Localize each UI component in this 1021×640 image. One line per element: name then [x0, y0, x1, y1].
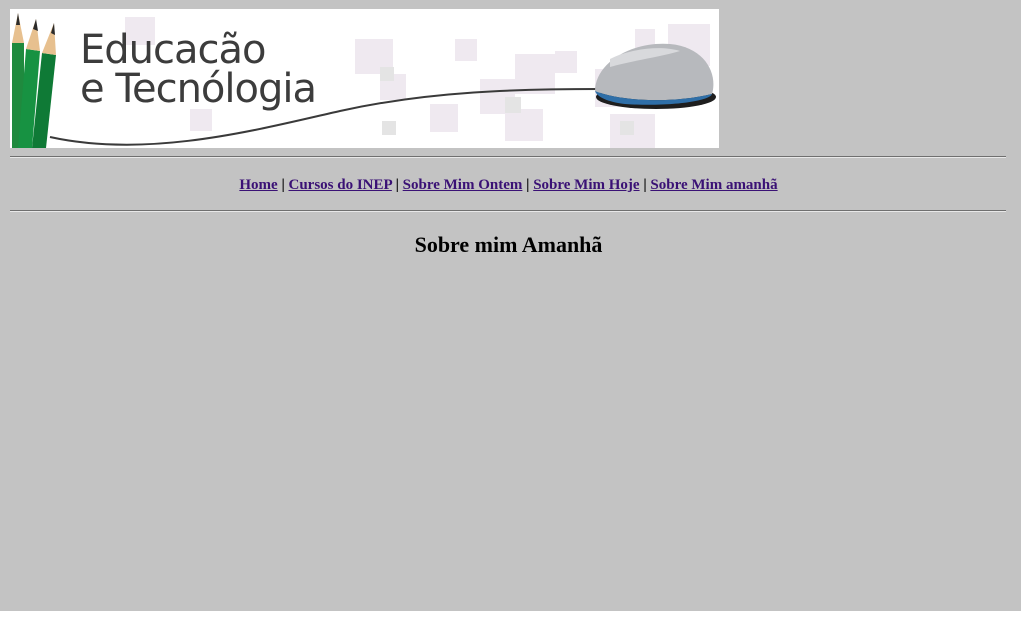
nav-link-home[interactable]: Home [239, 177, 277, 193]
divider-bottom [10, 210, 1006, 212]
nav-separator: | [526, 177, 530, 193]
nav-link-sobre-mim-hoje[interactable]: Sobre Mim Hoje [533, 177, 639, 193]
nav-link-sobre-mim-amanha[interactable]: Sobre Mim amanhã [650, 177, 777, 193]
nav-link-cursos-inep[interactable]: Cursos do INEP [289, 177, 392, 193]
banner-title: Educacão e Tecnólogia [80, 27, 317, 112]
page-background: Educacão e Tecnólogia Home | Cursos do I… [0, 0, 1021, 611]
nav-separator: | [395, 177, 399, 193]
nav-separator: | [281, 177, 285, 193]
banner-title-line2: e Tecnólogia [80, 66, 317, 112]
pencil-icon [12, 13, 56, 148]
divider-top [10, 156, 1006, 158]
header-banner: Educacão e Tecnólogia [10, 9, 719, 148]
nav-link-sobre-mim-ontem[interactable]: Sobre Mim Ontem [403, 177, 523, 193]
nav-bar: Home | Cursos do INEP | Sobre Mim Ontem … [0, 177, 1017, 194]
nav-separator: | [643, 177, 647, 193]
page-title: Sobre mim Amanhã [414, 232, 603, 257]
banner-title-line1: Educacão [80, 27, 267, 73]
